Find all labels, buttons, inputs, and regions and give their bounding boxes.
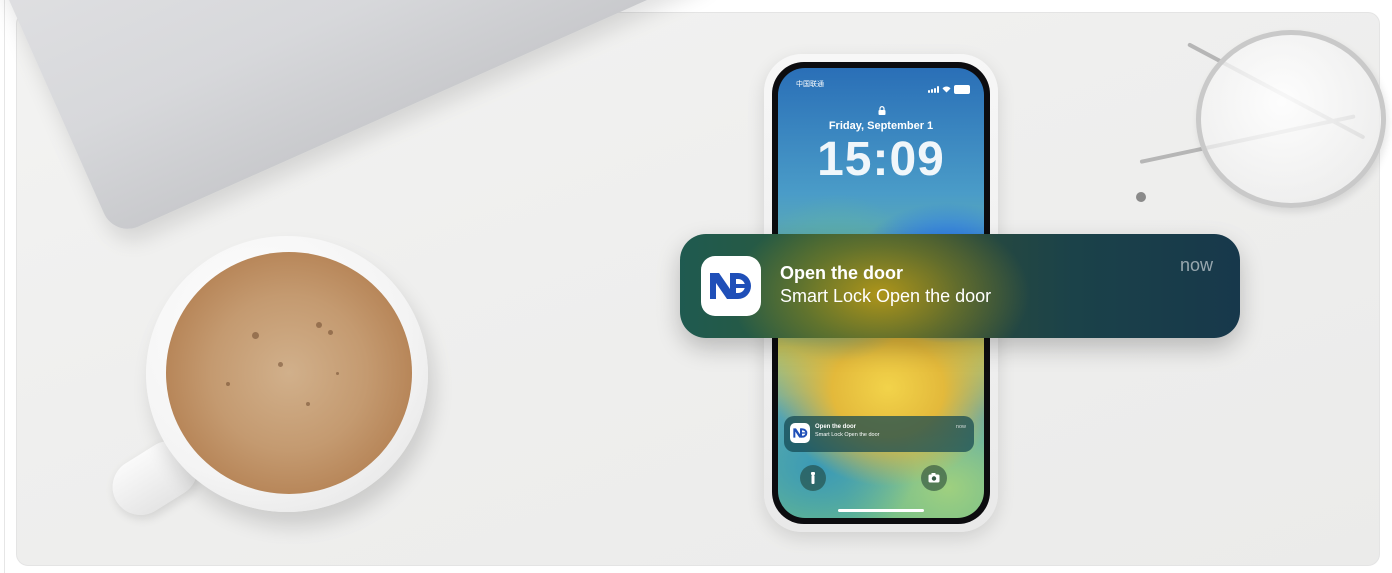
coffee-bubble xyxy=(278,362,283,367)
product-banner: 中国联通 Friday, September 1 15:09 Open the … xyxy=(0,0,1392,573)
carrier-label: 中国联通 xyxy=(796,81,824,88)
flashlight-icon xyxy=(811,472,815,484)
battery-icon xyxy=(954,84,970,94)
signal-icon xyxy=(928,85,939,93)
home-indicator[interactable] xyxy=(838,509,924,512)
frame-divider xyxy=(4,0,5,573)
wifi-icon xyxy=(942,80,951,98)
smart-lock-notification[interactable]: Open the door Smart Lock Open the door n… xyxy=(680,234,1240,338)
notification-title: Open the door xyxy=(780,263,903,283)
camera-icon xyxy=(928,473,940,483)
coffee-bubble xyxy=(336,372,339,375)
notification-title: Open the door xyxy=(815,424,856,430)
glasses-lens xyxy=(1196,30,1386,208)
notification-body: Smart Lock Open the door xyxy=(780,286,992,306)
flashlight-button[interactable] xyxy=(800,465,826,491)
nd-app-icon xyxy=(701,256,761,316)
coffee-surface xyxy=(166,252,412,494)
coffee-bubble xyxy=(316,322,322,328)
coffee-bubble xyxy=(306,402,310,406)
lock-icon xyxy=(878,102,886,115)
coffee-bubble xyxy=(328,330,333,335)
glasses-tip xyxy=(1136,192,1146,202)
notification-time: now xyxy=(955,424,966,430)
notification-time: now xyxy=(1179,255,1213,275)
coffee-bubble xyxy=(226,382,230,386)
coffee-bubble xyxy=(252,332,259,339)
nd-app-icon xyxy=(790,423,810,443)
camera-button[interactable] xyxy=(921,465,947,491)
lock-screen-date: Friday, September 1 xyxy=(828,120,934,132)
lock-screen-time: 15:09 xyxy=(817,133,945,186)
notification-body: Smart Lock Open the door xyxy=(815,432,880,438)
lock-screen-notification[interactable]: Open the door Smart Lock Open the door n… xyxy=(784,416,974,452)
status-icons xyxy=(928,80,970,98)
